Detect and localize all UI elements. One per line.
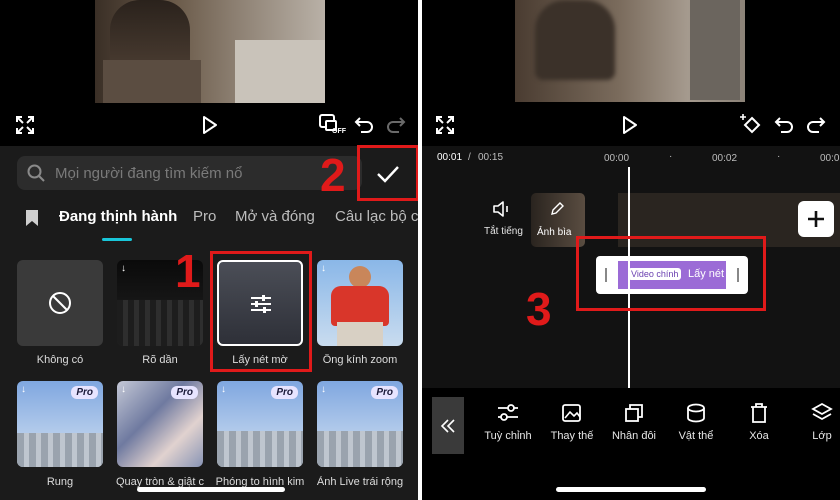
toolbar-label: Tuỳ chỉnh <box>484 430 532 442</box>
ruler-mark: 00:00 <box>604 153 630 164</box>
sliders-icon <box>497 402 519 424</box>
toolbar-label: Vật thể <box>678 430 714 442</box>
current-time: 00:01 <box>437 152 463 163</box>
tab-open-close[interactable]: Mở và đóng <box>235 208 315 225</box>
effect-label: Rõ dần <box>142 354 178 366</box>
skyline <box>317 431 403 467</box>
search-input[interactable]: Mọi người đang tìm kiếm nổ <box>17 156 362 190</box>
pro-badge: Pro <box>371 386 398 399</box>
ruler-dot: · <box>777 151 781 162</box>
city-silhouette <box>117 300 203 346</box>
home-indicator <box>137 487 285 492</box>
effect-shake[interactable]: ↓ Pro <box>17 381 103 467</box>
double-chevron-left-icon <box>440 418 455 433</box>
fullscreen-icon[interactable] <box>14 114 36 136</box>
annotation-box-1 <box>210 251 312 372</box>
annotation-box-2 <box>357 145 418 201</box>
plus-icon <box>808 211 824 227</box>
undo-icon[interactable] <box>773 114 795 136</box>
ruler-mark: 00:02 <box>712 153 738 164</box>
download-icon: ↓ <box>121 384 126 395</box>
timeline-panel: 00:01 / 00:15 00:00 · 00:02 · 00:0 Tắt t… <box>422 0 840 500</box>
redo-icon[interactable] <box>805 114 827 136</box>
search-placeholder: Mọi người đang tìm kiếm nổ <box>55 165 243 182</box>
redo-icon[interactable] <box>385 114 407 136</box>
effect-label: Không có <box>36 354 84 366</box>
pro-badge: Pro <box>271 386 298 399</box>
tab-club[interactable]: Câu lạc bộ c <box>335 208 418 225</box>
cover-label: Ảnh bìa <box>537 227 572 238</box>
effect-none[interactable] <box>17 260 103 346</box>
skyline <box>217 431 303 467</box>
download-icon: ↓ <box>21 384 26 395</box>
play-icon[interactable] <box>198 113 222 137</box>
keyframe-add-icon[interactable] <box>738 112 764 138</box>
fullscreen-icon[interactable] <box>434 114 456 136</box>
mute-label[interactable]: Tắt tiếng <box>484 226 523 237</box>
toolbar-label: Nhân đôi <box>611 430 657 442</box>
time-separator: / <box>468 152 471 163</box>
home-indicator <box>556 487 706 492</box>
trash-icon <box>748 402 770 424</box>
layers-icon <box>811 402 833 424</box>
replace-icon <box>561 402 583 424</box>
tab-trending[interactable]: Đang thịnh hành <box>59 208 177 225</box>
skyline <box>17 433 103 467</box>
effect-spin-jerk[interactable]: ↓ Pro <box>117 381 203 467</box>
play-icon[interactable] <box>618 113 642 137</box>
search-icon <box>27 164 45 182</box>
effect-label: Rung <box>46 476 74 488</box>
video-preview <box>515 0 745 102</box>
ruler-dot: · <box>669 151 673 162</box>
collapse-button[interactable] <box>432 397 464 454</box>
tab-pro[interactable]: Pro <box>193 208 216 225</box>
toolbar-label: Xóa <box>749 430 769 442</box>
annotation-number-2: 2 <box>320 149 346 201</box>
edit-pencil-icon <box>549 201 565 217</box>
person-shirt <box>331 286 389 326</box>
object-icon <box>685 402 707 424</box>
toolbar-label: Thay thế <box>550 430 594 442</box>
effect-zoom-needle[interactable]: ↓ Pro <box>217 381 303 467</box>
download-icon: ↓ <box>321 384 326 395</box>
effect-label: Ống kính zoom <box>322 354 398 366</box>
off-label: OFF <box>332 128 346 135</box>
add-clip-button[interactable] <box>798 201 834 237</box>
video-preview <box>95 0 325 103</box>
total-time: 00:15 <box>478 152 504 163</box>
effects-panel: OFF Mọi người đang tìm kiếm nổ Đang thịn… <box>0 0 418 500</box>
pro-badge: Pro <box>171 386 198 399</box>
pedestal-shape <box>235 40 325 103</box>
annotation-box-3 <box>576 236 766 311</box>
annotation-number-1: 1 <box>175 245 201 297</box>
effect-zoom-lens[interactable]: ↓ <box>317 260 403 346</box>
ruler-mark: 00:0 <box>820 153 840 164</box>
download-icon: ↓ <box>121 263 126 274</box>
person-head <box>349 266 371 288</box>
speaker-icon[interactable] <box>491 198 513 220</box>
toolbar-label: Lớp <box>812 430 832 442</box>
effect-label: Ảnh Live trái rộng <box>316 476 404 488</box>
undo-icon[interactable] <box>353 114 375 136</box>
active-tab-indicator <box>102 238 132 241</box>
effect-live-photo[interactable]: ↓ Pro <box>317 381 403 467</box>
person-legs <box>337 322 383 346</box>
download-icon: ↓ <box>321 263 326 274</box>
keyframe-off-icon[interactable]: OFF <box>318 112 346 138</box>
pedestal-shape <box>690 0 740 100</box>
category-tabs: Đang thịnh hành Pro Mở và đóng Câu lạc b… <box>0 200 418 234</box>
statue-shape <box>535 0 615 80</box>
duplicate-icon <box>623 402 645 424</box>
pro-badge: Pro <box>71 386 98 399</box>
statue-base <box>103 60 201 103</box>
download-icon: ↓ <box>221 384 226 395</box>
annotation-number-3: 3 <box>526 283 552 335</box>
bookmark-icon[interactable] <box>24 208 40 228</box>
none-icon <box>48 291 72 315</box>
